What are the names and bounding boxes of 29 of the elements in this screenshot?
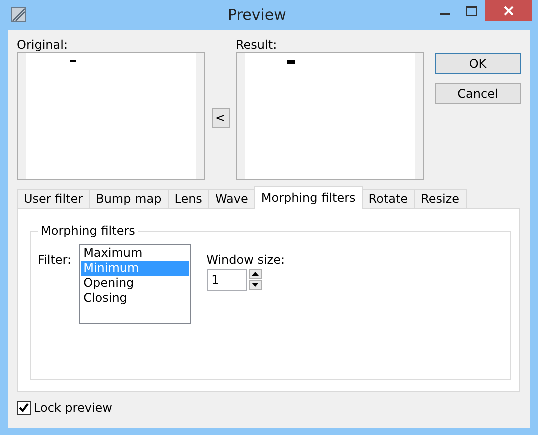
spin-up-button[interactable] — [248, 269, 262, 279]
pixel-mark-icon — [287, 60, 295, 64]
tab[interactable]: User filter — [17, 189, 90, 209]
window-size-label: Window size: — [206, 254, 286, 267]
close-icon — [504, 6, 514, 16]
window-title: Preview — [228, 6, 286, 24]
preview-label: Result: — [236, 39, 278, 52]
window-size-field[interactable]: 1 — [206, 269, 247, 291]
close-button[interactable] — [485, 0, 532, 21]
copy-button[interactable]: < — [212, 108, 230, 128]
group-title: Morphing filters — [40, 224, 136, 238]
app-icon — [10, 6, 28, 24]
maximize-icon — [466, 6, 477, 16]
preview-label: Original: — [17, 39, 69, 52]
filter-list[interactable]: Maximum Minimum Opening Closing — [78, 244, 191, 324]
lock-preview-checkbox[interactable] — [17, 401, 31, 415]
minimize-icon — [440, 12, 450, 14]
checkbox-label: Lock preview — [34, 402, 112, 414]
spin-down-button[interactable] — [248, 280, 262, 290]
tab[interactable]: Morphing filters — [254, 186, 363, 209]
list-item[interactable]: Opening — [80, 276, 189, 291]
list-item[interactable]: Closing — [80, 291, 189, 306]
ok-button[interactable]: OK — [435, 53, 521, 74]
filter-label: Filter: — [38, 254, 72, 267]
tab[interactable]: Resize — [414, 189, 467, 209]
cancel-button[interactable]: Cancel — [435, 83, 521, 104]
down-arrow-icon — [252, 283, 259, 287]
list-item[interactable]: Maximum — [80, 246, 189, 261]
up-arrow-icon — [252, 272, 259, 276]
